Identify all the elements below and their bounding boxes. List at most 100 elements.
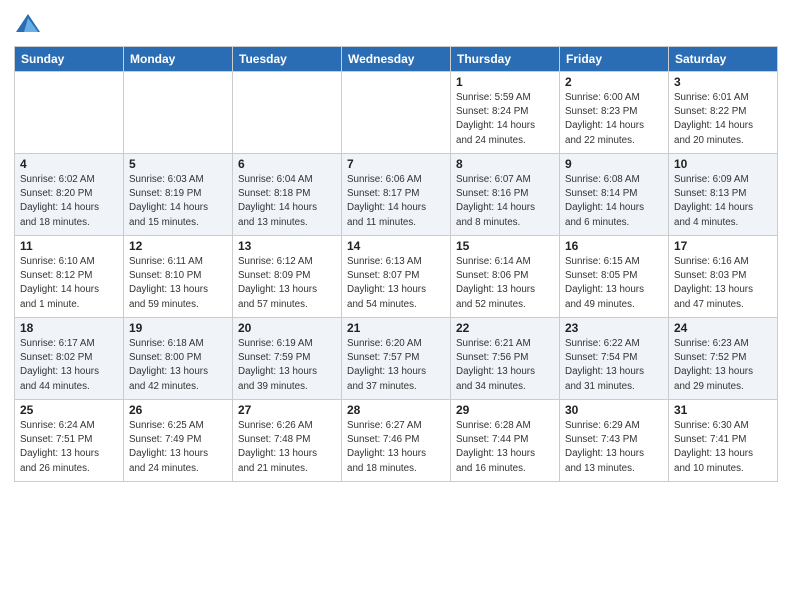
day-info: Sunrise: 5:59 AM Sunset: 8:24 PM Dayligh… — [456, 91, 554, 148]
day-info: Sunrise: 6:07 AM Sunset: 8:16 PM Dayligh… — [456, 173, 554, 230]
calendar-cell — [124, 72, 233, 154]
calendar-cell: 19Sunrise: 6:18 AM Sunset: 8:00 PM Dayli… — [124, 318, 233, 400]
calendar-cell: 23 Sunrise: 6:22 AM Sunset: 7:54 PM Dayli… — [560, 318, 669, 400]
day-info: Sunrise: 6:01 AM Sunset: 8:22 PM Dayligh… — [674, 91, 772, 148]
day-number: 12 — [129, 239, 227, 253]
day-info: Sunrise: 6:22 AM Sunset: 7:54 PM Dayligh… — [565, 337, 663, 394]
calendar-cell: 11 Sunrise: 6:10 AM Sunset: 8:12 PM Dayli… — [15, 236, 124, 318]
day-info: Sunrise: 6:19 AM Sunset: 7:59 PM Dayligh… — [238, 337, 336, 394]
week-row-2: 11 Sunrise: 6:10 AM Sunset: 8:12 PM Dayli… — [15, 236, 778, 318]
calendar-cell: 3 Sunrise: 6:01 AM Sunset: 8:22 PM Daylig… — [669, 72, 778, 154]
day-info: Sunrise: 6:08 AM Sunset: 8:14 PM Dayligh… — [565, 173, 663, 230]
calendar-cell: 20 Sunrise: 6:19 AM Sunset: 7:59 PM Dayli… — [233, 318, 342, 400]
day-number: 8 — [456, 157, 554, 171]
day-number: 24 — [674, 321, 772, 335]
day-info: Sunrise: 6:16 AM Sunset: 8:03 PM Dayligh… — [674, 255, 772, 312]
day-info: Sunrise: 6:24 AM Sunset: 7:51 PM Dayligh… — [20, 419, 118, 476]
calendar-cell — [233, 72, 342, 154]
calendar-cell: 7 Sunrise: 6:06 AM Sunset: 8:17 PM Daylig… — [342, 154, 451, 236]
calendar-cell: 30 Sunrise: 6:29 AM Sunset: 7:43 PM Dayli… — [560, 400, 669, 482]
calendar-cell — [342, 72, 451, 154]
day-info: Sunrise: 6:20 AM Sunset: 7:57 PM Dayligh… — [347, 337, 445, 394]
calendar-cell: 5 Sunrise: 6:03 AM Sunset: 8:19 PM Daylig… — [124, 154, 233, 236]
day-number: 1 — [456, 75, 554, 89]
day-number: 22 — [456, 321, 554, 335]
day-info: Sunrise: 6:25 AM Sunset: 7:49 PM Dayligh… — [129, 419, 227, 476]
day-number: 10 — [674, 157, 772, 171]
day-info: Sunrise: 6:13 AM Sunset: 8:07 PM Dayligh… — [347, 255, 445, 312]
day-info: Sunrise: 6:18 AM Sunset: 8:00 PM Dayligh… — [129, 337, 227, 394]
header-monday: Monday — [124, 47, 233, 72]
day-info: Sunrise: 6:02 AM Sunset: 8:20 PM Dayligh… — [20, 173, 118, 230]
calendar-cell: 28Sunrise: 6:27 AM Sunset: 7:46 PM Dayli… — [342, 400, 451, 482]
day-info: Sunrise: 6:10 AM Sunset: 8:12 PM Dayligh… — [20, 255, 118, 312]
calendar-cell: 21 Sunrise: 6:20 AM Sunset: 7:57 PM Dayli… — [342, 318, 451, 400]
week-row-0: 1 Sunrise: 5:59 AM Sunset: 8:24 PM Daylig… — [15, 72, 778, 154]
header-friday: Friday — [560, 47, 669, 72]
day-number: 25 — [20, 403, 118, 417]
day-number: 27 — [238, 403, 336, 417]
day-info: Sunrise: 6:00 AM Sunset: 8:23 PM Dayligh… — [565, 91, 663, 148]
day-info: Sunrise: 6:23 AM Sunset: 7:52 PM Dayligh… — [674, 337, 772, 394]
calendar-cell: 14 Sunrise: 6:13 AM Sunset: 8:07 PM Dayli… — [342, 236, 451, 318]
calendar-cell: 24 Sunrise: 6:23 AM Sunset: 7:52 PM Dayli… — [669, 318, 778, 400]
day-info: Sunrise: 6:03 AM Sunset: 8:19 PM Dayligh… — [129, 173, 227, 230]
day-number: 26 — [129, 403, 227, 417]
calendar-cell: 27 Sunrise: 6:26 AM Sunset: 7:48 PM Dayli… — [233, 400, 342, 482]
week-row-4: 25 Sunrise: 6:24 AM Sunset: 7:51 PM Dayli… — [15, 400, 778, 482]
calendar-header-row: SundayMondayTuesdayWednesdayThursdayFrid… — [15, 47, 778, 72]
day-number: 18 — [20, 321, 118, 335]
calendar-cell: 1 Sunrise: 5:59 AM Sunset: 8:24 PM Daylig… — [451, 72, 560, 154]
day-info: Sunrise: 6:09 AM Sunset: 8:13 PM Dayligh… — [674, 173, 772, 230]
calendar-cell: 25 Sunrise: 6:24 AM Sunset: 7:51 PM Dayli… — [15, 400, 124, 482]
day-number: 7 — [347, 157, 445, 171]
day-number: 28 — [347, 403, 445, 417]
day-info: Sunrise: 6:29 AM Sunset: 7:43 PM Dayligh… — [565, 419, 663, 476]
day-info: Sunrise: 6:28 AM Sunset: 7:44 PM Dayligh… — [456, 419, 554, 476]
day-info: Sunrise: 6:17 AM Sunset: 8:02 PM Dayligh… — [20, 337, 118, 394]
day-number: 15 — [456, 239, 554, 253]
day-number: 23 — [565, 321, 663, 335]
header — [14, 10, 778, 38]
day-number: 3 — [674, 75, 772, 89]
day-number: 20 — [238, 321, 336, 335]
day-info: Sunrise: 6:11 AM Sunset: 8:10 PM Dayligh… — [129, 255, 227, 312]
day-number: 17 — [674, 239, 772, 253]
day-number: 30 — [565, 403, 663, 417]
day-info: Sunrise: 6:06 AM Sunset: 8:17 PM Dayligh… — [347, 173, 445, 230]
calendar-cell: 12 Sunrise: 6:11 AM Sunset: 8:10 PM Dayli… — [124, 236, 233, 318]
calendar-cell: 6 Sunrise: 6:04 AM Sunset: 8:18 PM Daylig… — [233, 154, 342, 236]
logo — [14, 10, 46, 38]
day-number: 11 — [20, 239, 118, 253]
week-row-3: 18 Sunrise: 6:17 AM Sunset: 8:02 PM Dayli… — [15, 318, 778, 400]
calendar-cell: 29Sunrise: 6:28 AM Sunset: 7:44 PM Dayli… — [451, 400, 560, 482]
day-info: Sunrise: 6:12 AM Sunset: 8:09 PM Dayligh… — [238, 255, 336, 312]
day-number: 31 — [674, 403, 772, 417]
calendar-cell: 9 Sunrise: 6:08 AM Sunset: 8:14 PM Daylig… — [560, 154, 669, 236]
day-info: Sunrise: 6:26 AM Sunset: 7:48 PM Dayligh… — [238, 419, 336, 476]
day-number: 9 — [565, 157, 663, 171]
day-info: Sunrise: 6:30 AM Sunset: 7:41 PM Dayligh… — [674, 419, 772, 476]
calendar-cell: 13 Sunrise: 6:12 AM Sunset: 8:09 PM Dayli… — [233, 236, 342, 318]
calendar-cell: 22 Sunrise: 6:21 AM Sunset: 7:56 PM Dayli… — [451, 318, 560, 400]
day-info: Sunrise: 6:14 AM Sunset: 8:06 PM Dayligh… — [456, 255, 554, 312]
logo-icon — [14, 10, 42, 38]
day-number: 21 — [347, 321, 445, 335]
calendar-cell: 2Sunrise: 6:00 AM Sunset: 8:23 PM Daylig… — [560, 72, 669, 154]
day-info: Sunrise: 6:21 AM Sunset: 7:56 PM Dayligh… — [456, 337, 554, 394]
calendar-table: SundayMondayTuesdayWednesdayThursdayFrid… — [14, 46, 778, 482]
header-tuesday: Tuesday — [233, 47, 342, 72]
day-number: 6 — [238, 157, 336, 171]
day-info: Sunrise: 6:04 AM Sunset: 8:18 PM Dayligh… — [238, 173, 336, 230]
day-number: 5 — [129, 157, 227, 171]
day-info: Sunrise: 6:15 AM Sunset: 8:05 PM Dayligh… — [565, 255, 663, 312]
week-row-1: 4Sunrise: 6:02 AM Sunset: 8:20 PM Daylig… — [15, 154, 778, 236]
calendar-cell: 17 Sunrise: 6:16 AM Sunset: 8:03 PM Dayli… — [669, 236, 778, 318]
calendar-cell: 31 Sunrise: 6:30 AM Sunset: 7:41 PM Dayli… — [669, 400, 778, 482]
calendar-cell — [15, 72, 124, 154]
day-number: 13 — [238, 239, 336, 253]
day-number: 14 — [347, 239, 445, 253]
header-saturday: Saturday — [669, 47, 778, 72]
calendar-cell: 16Sunrise: 6:15 AM Sunset: 8:05 PM Dayli… — [560, 236, 669, 318]
page: SundayMondayTuesdayWednesdayThursdayFrid… — [0, 0, 792, 612]
